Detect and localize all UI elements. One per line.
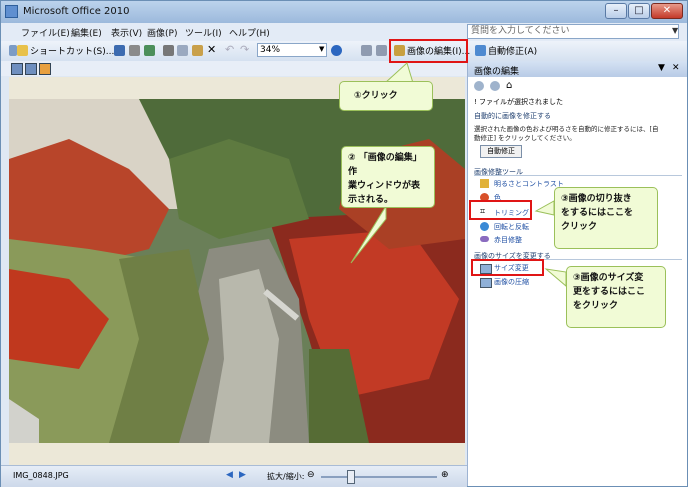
callout-step2-line2: 業ウィンドウが表 xyxy=(348,181,421,191)
callout-step3-line1: ③画像の切り抜き xyxy=(561,194,632,204)
callout-step2: ② 「画像の編集」 作 業ウィンドウが表 示される。 xyxy=(341,146,435,208)
callout-step3-line2: をするにはここを xyxy=(561,208,634,218)
callout-step2-line3: 示される。 xyxy=(348,195,394,205)
app-window: Microsoft Office 2010 – □ ✕ ファイル(E) 編集(E… xyxy=(0,0,688,487)
callout-step2-line1: ② 「画像の編集」 作 xyxy=(348,153,422,177)
callout-step1: ①クリック xyxy=(339,81,433,111)
callout-step4-line3: をクリック xyxy=(573,301,619,311)
callout-step1-text: ①クリック xyxy=(354,91,398,101)
callout-step4-line1: ③画像のサイズ変 xyxy=(573,273,644,283)
callout-step4-line2: 更をするにはここ xyxy=(573,287,646,297)
callout-step3-resize: ③画像のサイズ変 更をするにはここ をクリック xyxy=(566,266,666,328)
callout-step3-crop: ③画像の切り抜き をするにはここを クリック xyxy=(554,187,658,249)
callout-step3-line3: クリック xyxy=(561,222,598,232)
